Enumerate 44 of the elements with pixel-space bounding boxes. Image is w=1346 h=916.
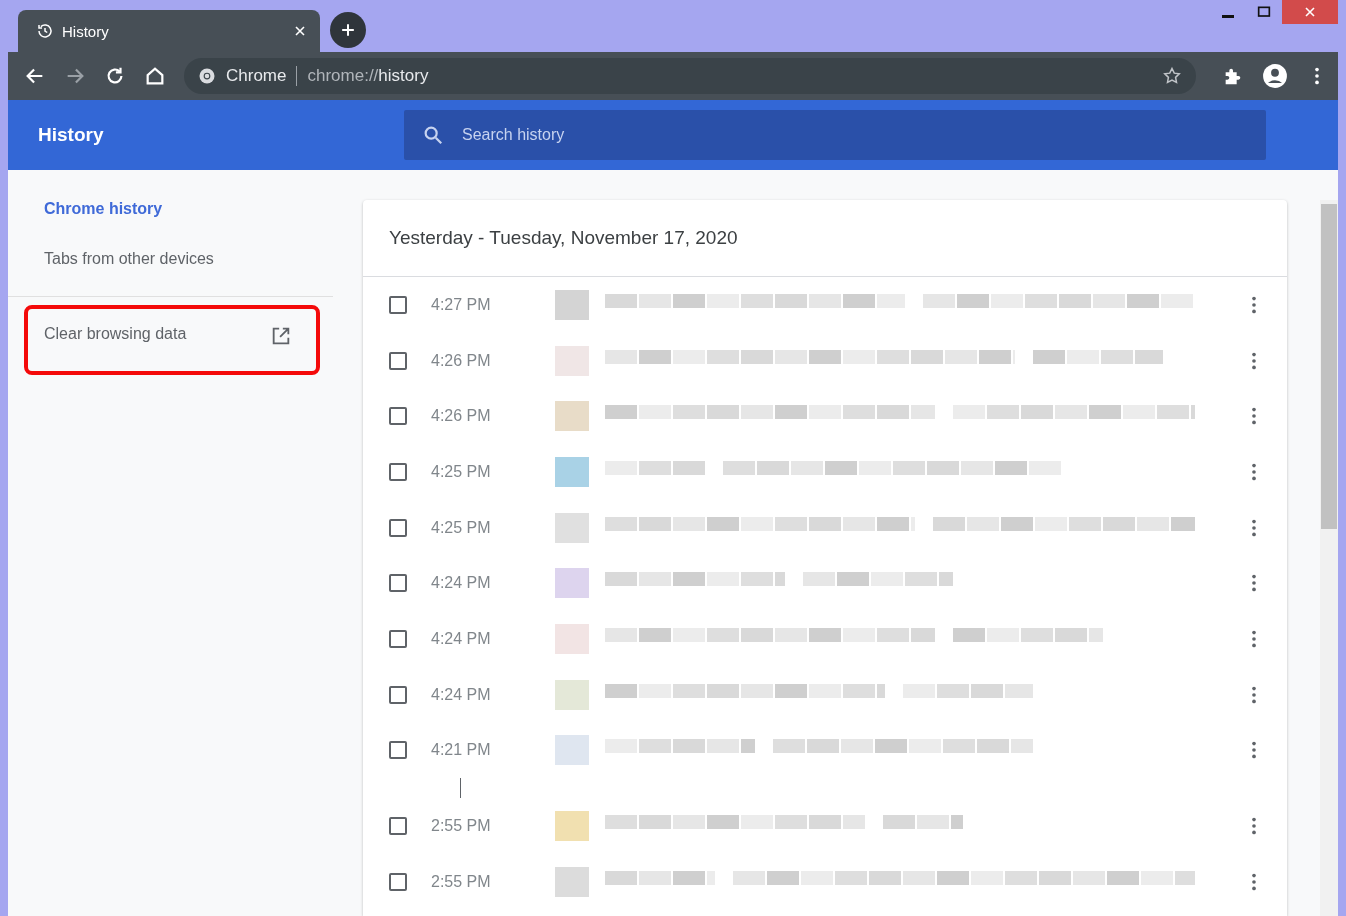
day-heading: Yesterday - Tuesday, November 17, 2020 bbox=[363, 200, 1287, 277]
checkbox[interactable] bbox=[389, 685, 407, 704]
scrollbar[interactable] bbox=[1320, 200, 1338, 916]
visit-time: 4:25 PM bbox=[431, 462, 492, 481]
checkbox[interactable] bbox=[389, 295, 407, 314]
maximize-icon bbox=[1256, 4, 1272, 20]
page-title: History bbox=[38, 124, 105, 146]
address-bar[interactable]: Chrome chrome://history bbox=[184, 58, 1196, 94]
chrome-icon bbox=[198, 67, 216, 85]
tab-title: History bbox=[62, 22, 110, 40]
url-text: chrome://history bbox=[307, 66, 429, 86]
history-icon bbox=[36, 22, 54, 40]
home-icon[interactable] bbox=[144, 65, 166, 87]
visit-time: 4:26 PM bbox=[431, 351, 492, 370]
checkbox[interactable] bbox=[389, 817, 407, 836]
sidebar-item[interactable]: Tabs from other devices bbox=[8, 234, 333, 284]
checkbox[interactable] bbox=[389, 407, 407, 426]
site-label: Chrome bbox=[226, 66, 287, 86]
clear-browsing-data-link[interactable]: Clear browsing data bbox=[24, 305, 320, 375]
checkbox[interactable] bbox=[389, 518, 407, 537]
visit-time: 4:27 PM bbox=[431, 295, 492, 314]
search-field[interactable]: Search history bbox=[404, 110, 1266, 160]
visit-time: 4:24 PM bbox=[431, 629, 492, 648]
checkbox[interactable] bbox=[389, 629, 407, 648]
checkbox[interactable] bbox=[389, 462, 407, 481]
visit-time: 2:55 PM bbox=[431, 817, 492, 836]
visit-time: 4:26 PM bbox=[431, 407, 492, 426]
browser-tab[interactable]: History bbox=[18, 10, 320, 52]
sidebar-item[interactable]: Chrome history bbox=[8, 184, 333, 234]
search-icon bbox=[422, 124, 444, 146]
visit-time: 2:55 PM bbox=[431, 872, 492, 891]
checkbox[interactable] bbox=[389, 351, 407, 370]
account-icon[interactable] bbox=[1262, 63, 1288, 89]
checkbox[interactable] bbox=[389, 574, 407, 593]
star-icon[interactable] bbox=[1162, 66, 1182, 86]
visit-time: 4:24 PM bbox=[431, 574, 492, 593]
checkbox[interactable] bbox=[389, 872, 407, 891]
new-tab-button[interactable] bbox=[330, 12, 366, 48]
visit-time: 4:24 PM bbox=[431, 685, 492, 704]
minimize-icon bbox=[1222, 14, 1234, 18]
external-link-icon bbox=[270, 325, 292, 347]
checkbox[interactable] bbox=[389, 741, 407, 760]
visit-time: 4:25 PM bbox=[431, 518, 492, 537]
visit-time: 4:21 PM bbox=[431, 741, 492, 760]
